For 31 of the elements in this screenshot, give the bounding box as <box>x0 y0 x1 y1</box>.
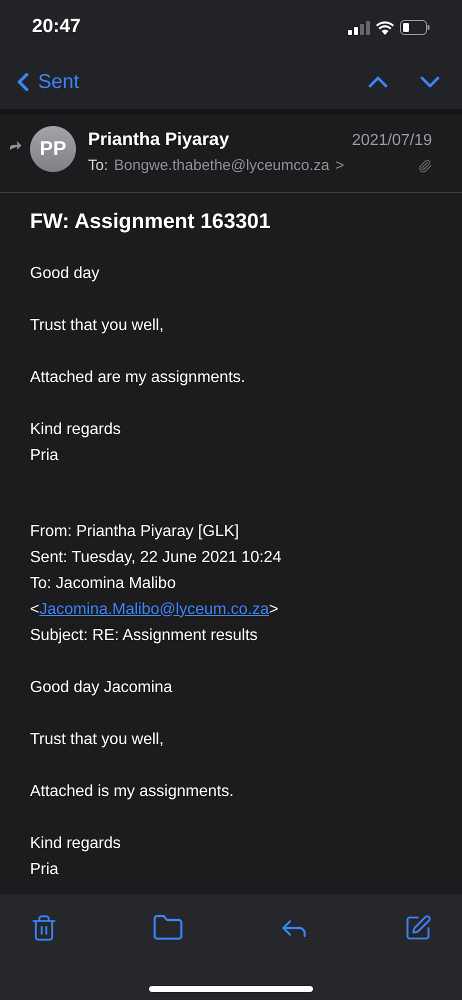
body-text: Attached is my assignments. <box>30 782 235 802</box>
sender-name: Priantha Piyaray <box>88 128 230 151</box>
body-text: Pria <box>30 860 60 880</box>
body-text: Good day Jacomina <box>30 678 174 698</box>
body-text: Attached are my assignments. <box>30 368 246 388</box>
body-text: Kind regards <box>30 420 122 440</box>
recipient-address[interactable]: Bongwe.thabethe@lyceumco.za <box>114 155 330 178</box>
battery-icon <box>400 20 430 35</box>
body-text: Sent: Tuesday, 22 June 2021 10:24 <box>30 548 282 568</box>
body-text: Trust that you well, <box>30 316 165 336</box>
email-link[interactable]: Jacomina.Malibo@lyceum.co.za <box>39 596 270 622</box>
body-text: Trust that you well, <box>30 730 165 750</box>
email-subject: FW: Assignment 163301 <box>30 208 272 234</box>
signal-icon <box>348 20 370 34</box>
body-text: To: Jacomina Malibo <box>30 574 177 594</box>
wifi-icon <box>376 20 394 34</box>
details-chevron[interactable]: > <box>335 155 344 178</box>
email-date: 2021/07/19 <box>352 131 432 151</box>
back-button[interactable]: Sent <box>8 67 80 97</box>
status-time: 20:47 <box>32 15 81 40</box>
avatar: PP <box>30 126 76 172</box>
body-text: Subject: RE: Assignment results <box>30 626 259 646</box>
compose-button[interactable] <box>404 914 432 942</box>
body-text: From: Priantha Piyaray [GLK] <box>30 522 240 542</box>
body-text: Good day <box>30 264 100 284</box>
to-label: To: <box>88 156 108 176</box>
body-text: Kind regards <box>30 834 122 854</box>
body-text: < <box>30 600 40 620</box>
body-text: Pria <box>30 446 60 466</box>
trash-button[interactable] <box>30 914 58 942</box>
body-text: > <box>269 600 278 620</box>
